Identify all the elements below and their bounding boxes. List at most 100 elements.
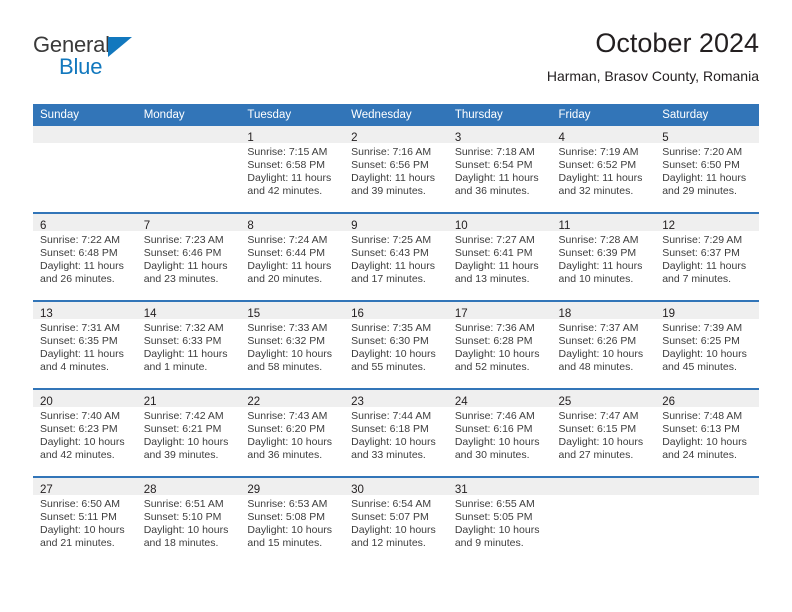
daylight-text-line1: Daylight: 11 hours — [351, 259, 435, 272]
day-cell[interactable]: 8 Sunrise: 7:24 AM Sunset: 6:44 PM Daylight… — [240, 212, 345, 301]
daylight-text-line2: and 39 minutes. — [143, 448, 219, 461]
day-number-band: 26 — [655, 390, 759, 408]
calendar-header-row: Sunday Monday Tuesday Wednesday Thursday Frid… — [33, 104, 759, 126]
day-details: Sunrise: 7:19 AM Sunset: 6:52 PM Daylight:… — [552, 143, 656, 198]
day-cell[interactable]: 10 Sunrise: 7:27 AM Sunset: 6:41 PM Dayligh… — [447, 212, 552, 301]
location-subtitle: Harman, Brasov County, Romania — [546, 68, 759, 84]
sunrise-text: Sunrise: 6:50 AM — [40, 498, 120, 510]
daylight-text-line2: and 20 minutes. — [247, 272, 323, 285]
day-cell-inner: 9 Sunrise: 7:25 AM Sunset: 6:43 PM Daylight… — [344, 214, 448, 300]
sunrise-text: Sunrise: 7:20 AM — [662, 146, 743, 158]
day-cell[interactable]: 12 Sunrise: 7:29 AM Sunset: 6:37 PM Dayligh… — [655, 212, 759, 301]
day-cell[interactable]: 9 Sunrise: 7:25 AM Sunset: 6:43 PM Daylight… — [344, 212, 448, 301]
daylight-text-line2: and 15 minutes. — [247, 536, 323, 549]
day-cell[interactable]: 20 Sunrise: 7:40 AM Sunset: 6:23 PM Dayligh… — [33, 388, 137, 477]
day-number-band: 10 — [447, 214, 552, 232]
day-cell[interactable]: 17 Sunrise: 7:36 AM Sunset: 6:28 PM Dayligh… — [447, 300, 552, 389]
daylight-text-line2: and 29 minutes. — [662, 184, 737, 197]
daylight-text-line1: Daylight: 10 hours — [454, 347, 540, 360]
day-cell[interactable]: 7 Sunrise: 7:23 AM Sunset: 6:46 PM Daylight… — [136, 212, 241, 301]
day-cell[interactable]: 22 Sunrise: 7:43 AM Sunset: 6:20 PM Dayligh… — [240, 388, 345, 477]
day-cell[interactable]: 6 Sunrise: 7:22 AM Sunset: 6:48 PM Daylight… — [33, 212, 137, 301]
day-cell[interactable]: 24 Sunrise: 7:46 AM Sunset: 6:16 PM Dayligh… — [447, 388, 552, 477]
day-details: Sunrise: 7:28 AM Sunset: 6:39 PM Daylight:… — [552, 231, 656, 286]
daylight-text-line1: Daylight: 11 hours — [454, 171, 539, 184]
day-number: 19 — [662, 308, 676, 320]
day-cell[interactable]: 18 Sunrise: 7:37 AM Sunset: 6:26 PM Dayligh… — [551, 300, 656, 389]
day-cell[interactable]: 13 Sunrise: 7:31 AM Sunset: 6:35 PM Dayligh… — [33, 300, 137, 389]
daylight-text-line2: and 26 minutes. — [40, 272, 115, 285]
daylight-text-line2: and 10 minutes. — [558, 272, 634, 285]
day-number: 24 — [454, 396, 468, 408]
day-number-band: 5 — [655, 126, 759, 144]
day-cell[interactable]: 2 Sunrise: 7:16 AM Sunset: 6:56 PM Daylight… — [344, 126, 448, 213]
day-details: Sunrise: 7:27 AM Sunset: 6:41 PM Daylight:… — [448, 231, 552, 286]
day-cell-inner: 18 Sunrise: 7:37 AM Sunset: 6:26 PM Dayligh… — [551, 302, 656, 388]
day-number: 16 — [351, 308, 364, 320]
day-cell-inner: 21 Sunrise: 7:42 AM Sunset: 6:21 PM Dayligh… — [136, 390, 241, 476]
day-details: Sunrise: 7:31 AM Sunset: 6:35 PM Daylight:… — [33, 319, 137, 374]
day-cell-inner: 12 Sunrise: 7:29 AM Sunset: 6:37 PM Dayligh… — [655, 214, 759, 300]
sunrise-text: Sunrise: 6:54 AM — [351, 498, 432, 510]
weekday-header-thursday: Thursday — [447, 104, 552, 126]
day-details: Sunrise: 7:40 AM Sunset: 6:23 PM Daylight:… — [33, 407, 137, 462]
day-cell[interactable]: 4 Sunrise: 7:19 AM Sunset: 6:52 PM Daylight… — [551, 126, 656, 213]
day-cell[interactable]: 21 Sunrise: 7:42 AM Sunset: 6:21 PM Dayligh… — [136, 388, 241, 477]
day-cell-inner: 1 Sunrise: 7:15 AM Sunset: 6:58 PM Daylight… — [240, 126, 345, 212]
day-cell-inner: 8 Sunrise: 7:24 AM Sunset: 6:44 PM Daylight… — [240, 214, 345, 300]
day-number-band: 20 — [33, 390, 137, 408]
sunrise-text: Sunrise: 7:39 AM — [662, 322, 743, 334]
sunset-text: Sunset: 6:20 PM — [247, 422, 326, 435]
sunset-text: Sunset: 6:21 PM — [143, 422, 222, 435]
day-details: Sunrise: 7:33 AM Sunset: 6:32 PM Daylight:… — [240, 319, 344, 374]
sunset-text: Sunset: 6:37 PM — [662, 246, 740, 259]
daylight-text-line1: Daylight: 11 hours — [558, 259, 643, 272]
day-cell[interactable]: 11 Sunrise: 7:28 AM Sunset: 6:39 PM Dayligh… — [551, 212, 656, 301]
sunrise-text: Sunrise: 7:19 AM — [558, 146, 639, 158]
day-number: 28 — [143, 484, 157, 496]
day-cell[interactable]: 3 Sunrise: 7:18 AM Sunset: 6:54 PM Daylight… — [447, 126, 552, 213]
sunrise-text: Sunrise: 7:27 AM — [454, 234, 535, 246]
day-cell[interactable]: 30 Sunrise: 6:54 AM Sunset: 5:07 PM Dayligh… — [344, 476, 448, 564]
weekday-header-saturday: Saturday — [655, 104, 759, 126]
sunset-text: Sunset: 6:23 PM — [40, 422, 118, 435]
day-details: Sunrise: 6:51 AM Sunset: 5:10 PM Daylight:… — [137, 495, 241, 550]
day-details: Sunrise: 7:22 AM Sunset: 6:48 PM Daylight:… — [33, 231, 137, 286]
sunrise-text: Sunrise: 7:46 AM — [454, 410, 535, 422]
day-cell-inner — [136, 126, 241, 212]
day-cell[interactable]: 25 Sunrise: 7:47 AM Sunset: 6:15 PM Dayligh… — [551, 388, 656, 477]
page-title: October 2024 — [595, 28, 759, 58]
day-cell[interactable]: 27 Sunrise: 6:50 AM Sunset: 5:11 PM Dayligh… — [33, 476, 137, 564]
daylight-text-line1: Daylight: 11 hours — [662, 171, 747, 184]
weekday-header-monday: Monday — [136, 104, 241, 126]
day-cell[interactable]: 5 Sunrise: 7:20 AM Sunset: 6:50 PM Daylight… — [655, 126, 759, 213]
daylight-text-line1: Daylight: 10 hours — [247, 347, 333, 360]
sunset-text: Sunset: 6:16 PM — [454, 422, 533, 435]
daylight-text-line1: Daylight: 10 hours — [662, 435, 747, 448]
day-cell-inner: 2 Sunrise: 7:16 AM Sunset: 6:56 PM Daylight… — [344, 126, 448, 212]
sunset-text: Sunset: 6:56 PM — [351, 158, 429, 171]
day-number: 22 — [247, 396, 261, 408]
day-cell[interactable]: 19 Sunrise: 7:39 AM Sunset: 6:25 PM Dayligh… — [655, 300, 759, 389]
sunset-text: Sunset: 6:52 PM — [558, 158, 637, 171]
day-cell[interactable]: 1 Sunrise: 7:15 AM Sunset: 6:58 PM Daylight… — [240, 126, 345, 213]
daylight-text-line2: and 42 minutes. — [40, 448, 115, 461]
day-cell[interactable]: 23 Sunrise: 7:44 AM Sunset: 6:18 PM Dayligh… — [344, 388, 448, 477]
day-cell[interactable]: 29 Sunrise: 6:53 AM Sunset: 5:08 PM Dayligh… — [240, 476, 345, 564]
day-details: Sunrise: 6:54 AM Sunset: 5:07 PM Daylight:… — [344, 495, 448, 550]
day-cell[interactable]: 28 Sunrise: 6:51 AM Sunset: 5:10 PM Dayligh… — [136, 476, 241, 564]
daylight-text-line1: Daylight: 10 hours — [351, 347, 436, 360]
day-cell[interactable]: 31 Sunrise: 6:55 AM Sunset: 5:05 PM Dayligh… — [447, 476, 552, 564]
sunset-text: Sunset: 6:41 PM — [454, 246, 533, 259]
sunset-text: Sunset: 6:43 PM — [351, 246, 429, 259]
day-cell[interactable]: 26 Sunrise: 7:48 AM Sunset: 6:13 PM Dayligh… — [655, 388, 759, 477]
day-number-band — [136, 126, 241, 143]
day-cell[interactable]: 15 Sunrise: 7:33 AM Sunset: 6:32 PM Dayligh… — [240, 300, 345, 389]
day-cell[interactable]: 14 Sunrise: 7:32 AM Sunset: 6:33 PM Dayligh… — [136, 300, 241, 389]
calendar-table: Sunday Monday Tuesday Wednesday Thursday Frid… — [33, 104, 759, 564]
sunset-text: Sunset: 6:48 PM — [40, 246, 118, 259]
daylight-text-line1: Daylight: 10 hours — [662, 347, 747, 360]
day-number-band: 25 — [551, 390, 656, 408]
day-number-band: 2 — [344, 126, 448, 144]
day-cell[interactable]: 16 Sunrise: 7:35 AM Sunset: 6:30 PM Dayligh… — [344, 300, 448, 389]
